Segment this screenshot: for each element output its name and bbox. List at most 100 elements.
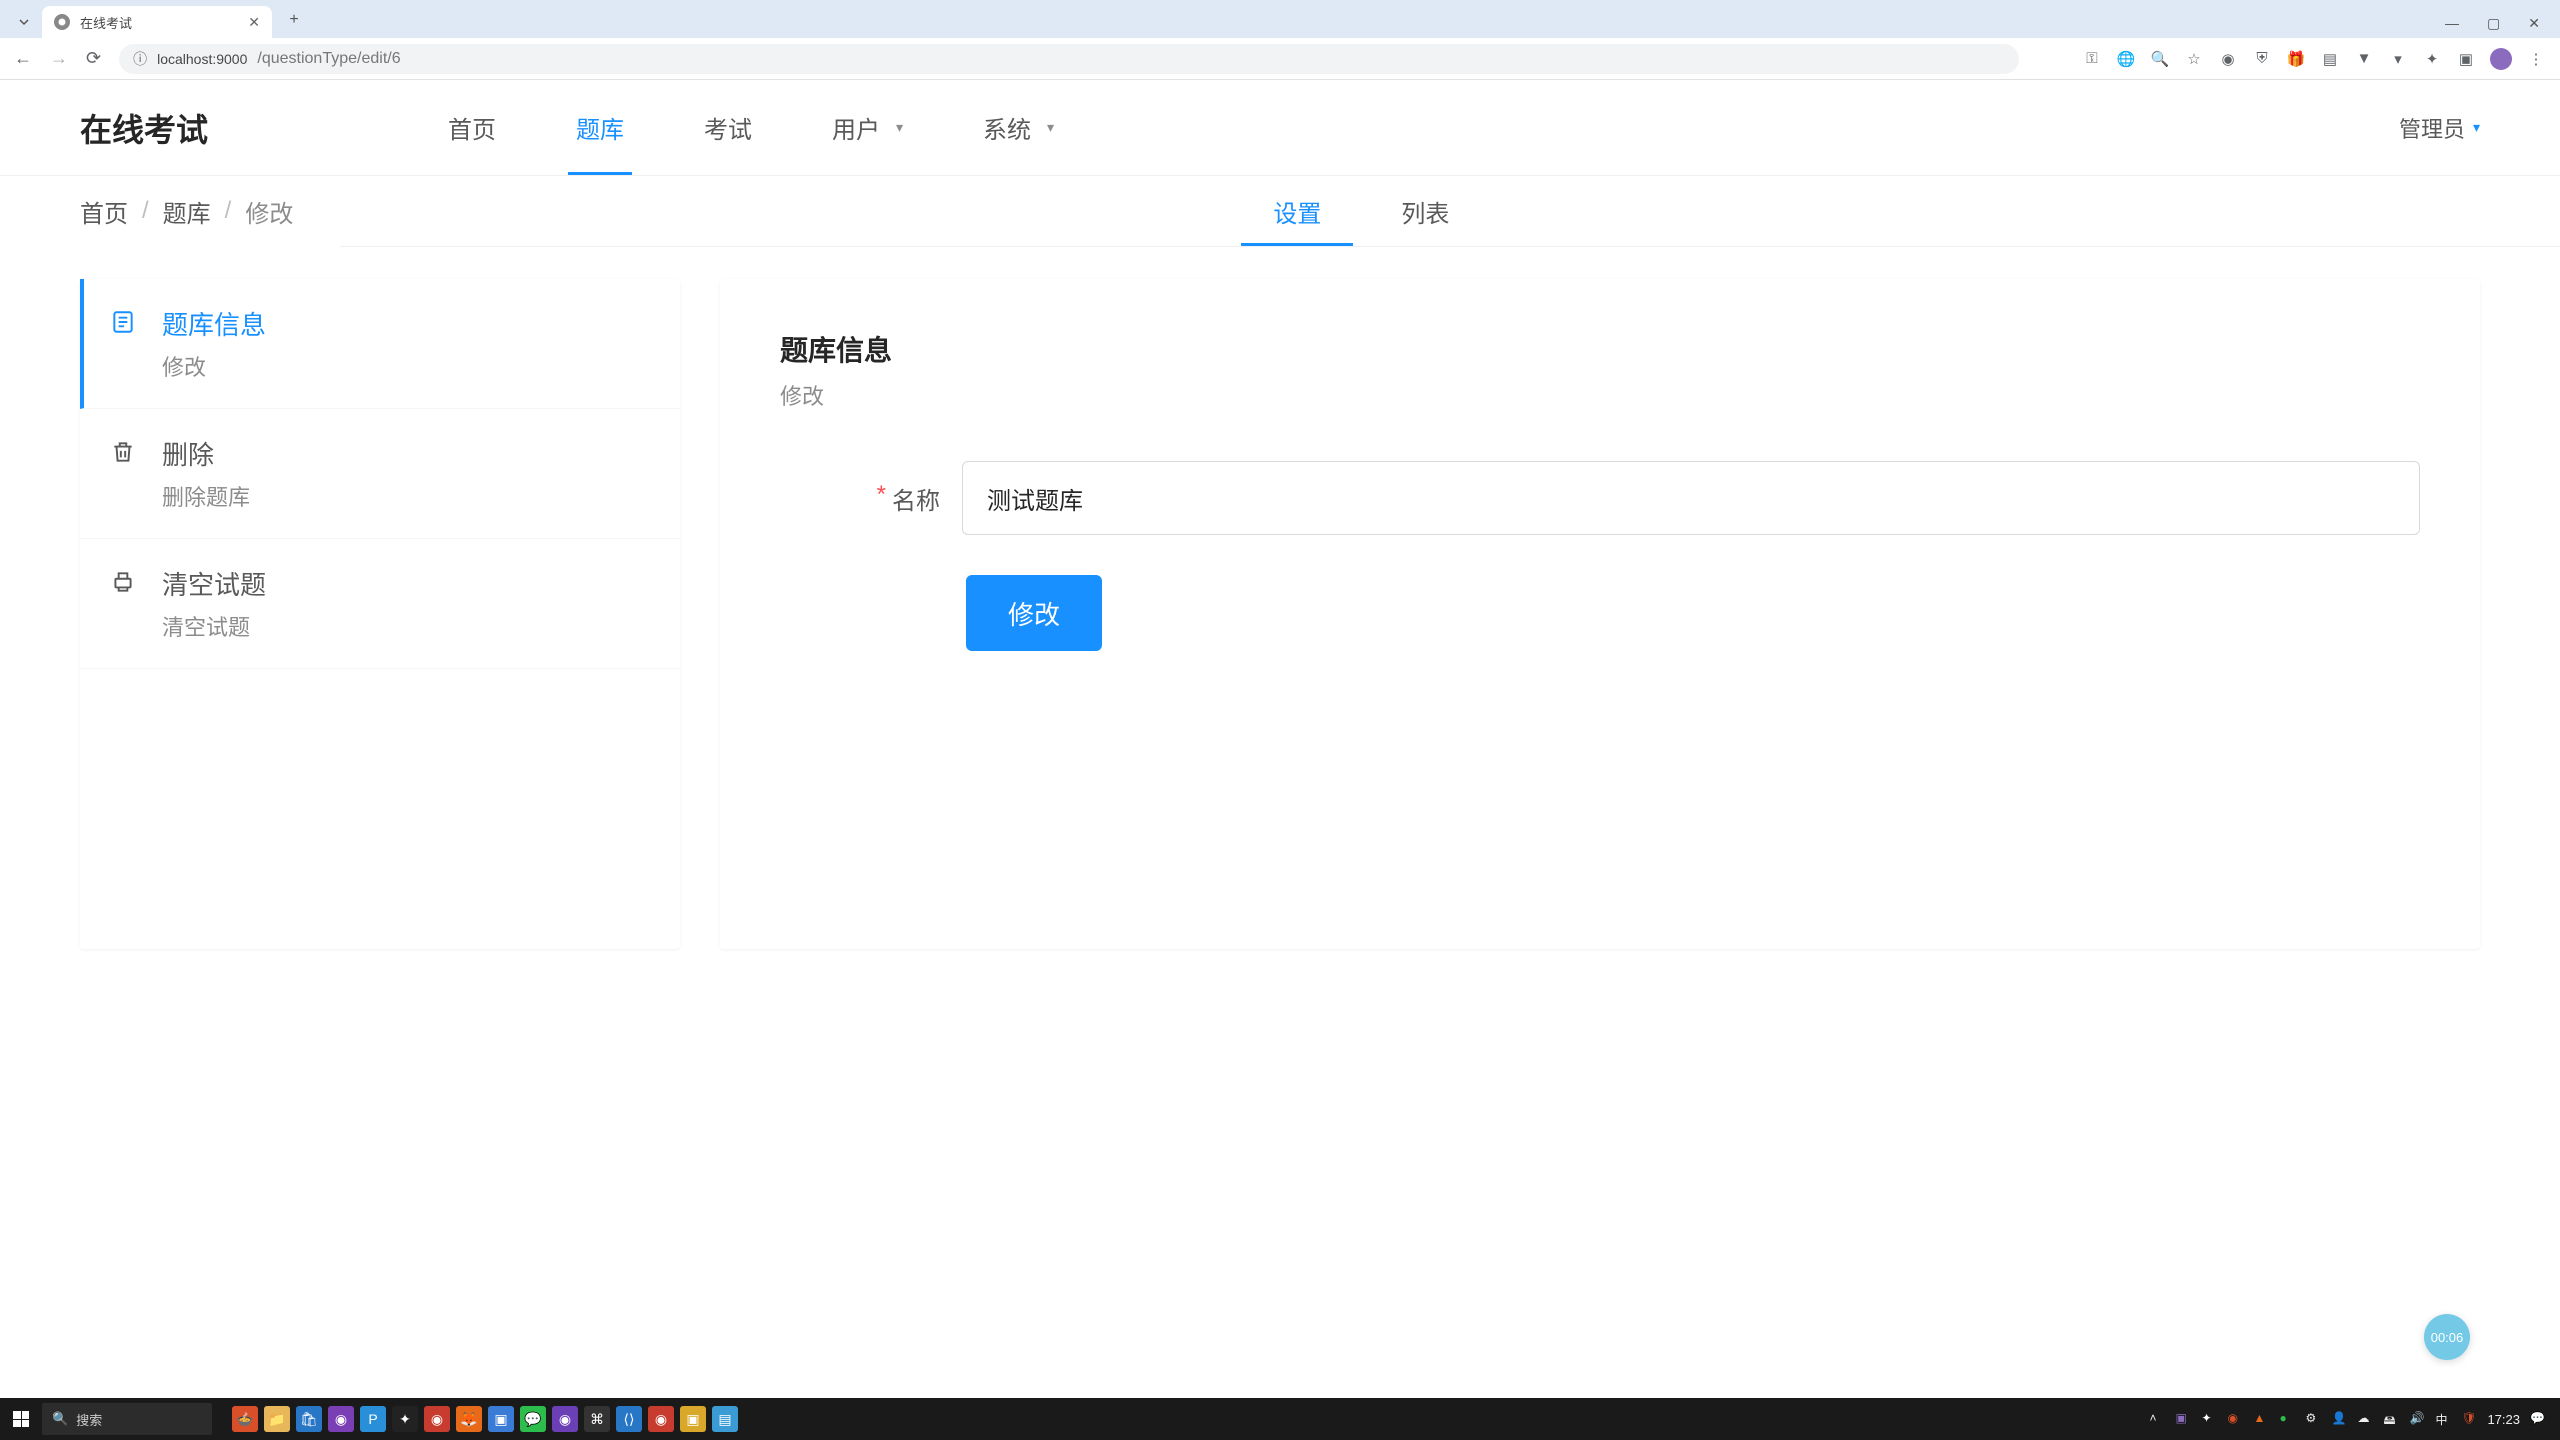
tray-icon[interactable]: 🖴 [2383, 1411, 2399, 1427]
sidebar-item-delete[interactable]: 删除 删除题库 [80, 409, 680, 539]
browser-tab[interactable]: 在线考试 ✕ [42, 6, 272, 38]
app-icon[interactable]: ◉ [328, 1406, 354, 1432]
translate-icon[interactable]: 🌐 [2116, 49, 2136, 69]
ime-icon[interactable]: 中 [2435, 1411, 2451, 1427]
shield-icon[interactable]: ⛨ [2252, 49, 2272, 69]
system-tray: ˄ ▣ ✦ ◉ ▲ ● ⚙ 👤 ☁ 🖴 🔊 中 🛡 17:23 💬 [2135, 1411, 2560, 1427]
firefox-icon[interactable]: 🦊 [456, 1406, 482, 1432]
panel-subtitle: 修改 [780, 379, 2420, 411]
gift-icon[interactable]: 🎁 [2286, 49, 2306, 69]
vscode-icon[interactable]: ⟨⟩ [616, 1406, 642, 1432]
close-window-button[interactable]: ✕ [2528, 15, 2540, 32]
tray-icon[interactable]: ✦ [2201, 1411, 2217, 1427]
panel-icon[interactable]: ▣ [2456, 49, 2476, 69]
explorer-icon[interactable]: 📁 [264, 1406, 290, 1432]
taskbar-search[interactable]: 🔍 搜索 [42, 1403, 212, 1435]
store-icon[interactable]: 🛍 [296, 1406, 322, 1432]
required-star: * [877, 481, 886, 516]
app-icon[interactable]: ▣ [488, 1406, 514, 1432]
printer-icon [110, 569, 138, 597]
submit-button[interactable]: 修改 [966, 575, 1102, 651]
user-label: 管理员 [2399, 112, 2465, 144]
tray-icon[interactable]: ● [2279, 1411, 2295, 1427]
new-tab-button[interactable]: + [280, 6, 308, 34]
cloud-icon[interactable]: ▾ [2388, 49, 2408, 69]
extension-icons: ⚿ 🌐 🔍 ☆ ◉ ⛨ 🎁 ▤ ▼ ▾ ✦ ▣ ⋮ [2082, 48, 2546, 70]
url-host: localhost:9000 [157, 51, 247, 67]
app-icon[interactable]: ✦ [392, 1406, 418, 1432]
url-path: /questionType/edit/6 [257, 50, 400, 68]
tray-icon[interactable]: ◉ [2227, 1411, 2243, 1427]
user-dropdown[interactable]: 管理员 ▾ [2399, 112, 2480, 144]
sidebar-item-title: 题库信息 [162, 305, 266, 342]
notifications-icon[interactable]: 💬 [2530, 1411, 2546, 1427]
sidebar-item-info[interactable]: 题库信息 修改 [80, 279, 680, 409]
bookmark-icon[interactable]: ☆ [2184, 49, 2204, 69]
puzzle-icon[interactable]: ✦ [2422, 49, 2442, 69]
close-tab-icon[interactable]: ✕ [248, 14, 260, 31]
note-icon[interactable]: ▤ [2320, 49, 2340, 69]
maximize-button[interactable]: ▢ [2487, 15, 2500, 32]
tab-dropdown-button[interactable] [12, 10, 36, 34]
menu-icon[interactable]: ⋮ [2526, 49, 2546, 69]
tray-up-icon[interactable]: ˄ [2149, 1411, 2165, 1427]
zoom-icon[interactable]: 🔍 [2150, 49, 2170, 69]
nav-home[interactable]: 首页 [408, 80, 536, 175]
tray-icon[interactable]: 👤 [2331, 1411, 2347, 1427]
name-input[interactable] [962, 461, 2420, 535]
tray-icon[interactable]: ⚙ [2305, 1411, 2321, 1427]
app-icon[interactable]: ◉ [648, 1406, 674, 1432]
sidebar-item-title: 删除 [162, 435, 250, 472]
app-logo[interactable]: 在线考试 [80, 105, 208, 151]
forward-button[interactable]: → [50, 48, 68, 69]
flag-icon[interactable]: ▼ [2354, 49, 2374, 69]
chevron-down-icon [18, 16, 30, 28]
sidebar-item-desc: 删除题库 [162, 480, 250, 512]
form-row-name: * 名称 [780, 461, 2420, 535]
nav-system[interactable]: 系统▾ [943, 80, 1094, 175]
app-icon[interactable]: ▣ [680, 1406, 706, 1432]
clock[interactable]: 17:23 [2487, 1412, 2520, 1427]
app-icon[interactable]: P [360, 1406, 386, 1432]
breadcrumb-edit: 修改 [245, 194, 293, 229]
trash-icon [110, 439, 138, 467]
camera-icon[interactable]: ◉ [2218, 49, 2238, 69]
breadcrumb-home[interactable]: 首页 [80, 194, 128, 229]
url-bar[interactable]: ⓘ localhost:9000/questionType/edit/6 [119, 44, 2019, 74]
content: 题库信息 修改 删除 删除题库 清空试题 清空试题 题库信息 修改 [0, 247, 2560, 981]
windows-icon [13, 1411, 29, 1427]
nav-exam[interactable]: 考试 [664, 80, 792, 175]
start-button[interactable] [0, 1398, 42, 1440]
password-icon[interactable]: ⚿ [2082, 49, 2102, 69]
tray-icon[interactable]: 🛡 [2461, 1411, 2477, 1427]
nav-user[interactable]: 用户▾ [792, 80, 943, 175]
subtabs: 设置 列表 [1233, 176, 1489, 246]
subtab-list[interactable]: 列表 [1361, 176, 1489, 246]
app-icon[interactable]: ⌘ [584, 1406, 610, 1432]
site-info-icon[interactable]: ⓘ [133, 49, 147, 69]
app-icon[interactable]: 🍲 [232, 1406, 258, 1432]
minimize-button[interactable]: — [2445, 15, 2459, 32]
browser-chrome: 在线考试 ✕ + — ▢ ✕ ← → ⟳ ⓘ localhost:9000/qu… [0, 0, 2560, 80]
subtab-settings[interactable]: 设置 [1233, 176, 1361, 246]
reload-button[interactable]: ⟳ [86, 48, 101, 69]
floating-timer-badge[interactable]: 00:06 [2424, 1314, 2470, 1360]
back-button[interactable]: ← [14, 48, 32, 69]
app-icon[interactable]: ◉ [552, 1406, 578, 1432]
tray-icon[interactable]: ▲ [2253, 1411, 2269, 1427]
file-icon [110, 309, 138, 337]
name-label: 名称 [892, 481, 940, 516]
app-icon[interactable]: ▤ [712, 1406, 738, 1432]
nav-question-bank[interactable]: 题库 [536, 80, 664, 175]
breadcrumb-qbank[interactable]: 题库 [163, 194, 211, 229]
profile-avatar[interactable] [2490, 48, 2512, 70]
sub-header: 首页 / 题库 / 修改 设置 列表 [0, 176, 2560, 246]
wechat-icon[interactable]: 💬 [520, 1406, 546, 1432]
breadcrumb-separator: / [225, 197, 232, 225]
volume-icon[interactable]: 🔊 [2409, 1411, 2425, 1427]
tray-icon[interactable]: ☁ [2357, 1411, 2373, 1427]
tray-icon[interactable]: ▣ [2175, 1411, 2191, 1427]
taskbar-apps: 🍲 📁 🛍 ◉ P ✦ ◉ 🦊 ▣ 💬 ◉ ⌘ ⟨⟩ ◉ ▣ ▤ [232, 1406, 738, 1432]
sidebar-item-clear[interactable]: 清空试题 清空试题 [80, 539, 680, 669]
app-icon[interactable]: ◉ [424, 1406, 450, 1432]
